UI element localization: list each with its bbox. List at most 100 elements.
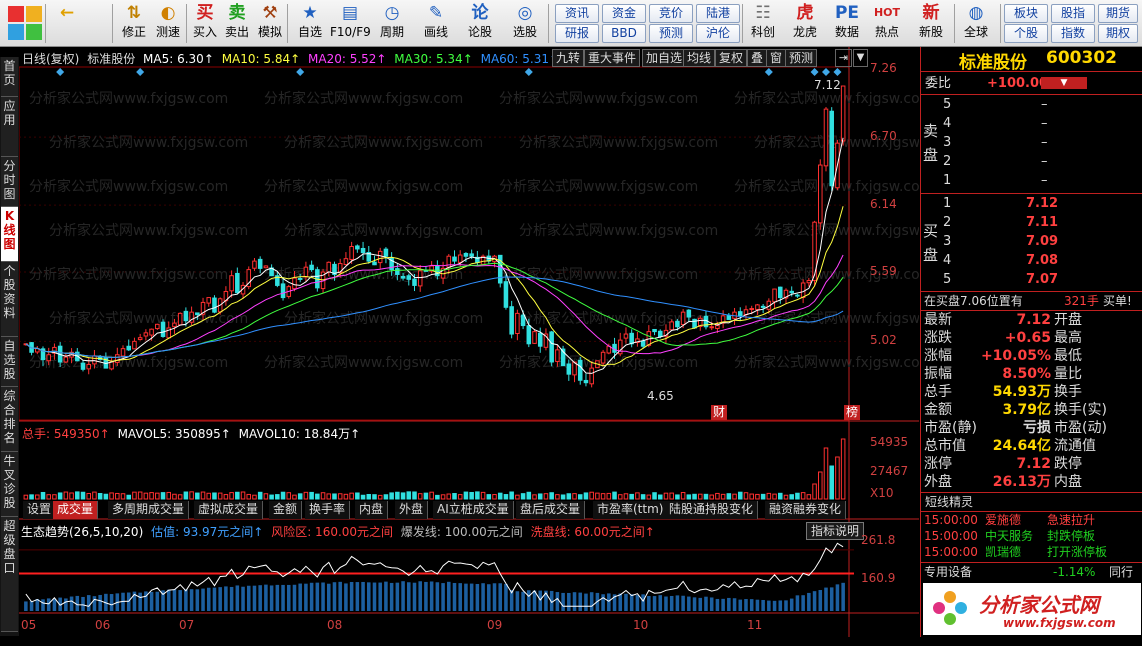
toolbar-button-3[interactable]: 买买入 bbox=[190, 2, 220, 45]
low-price-label: 4.65 bbox=[647, 389, 674, 403]
toolbar-button-10[interactable]: 论论股 bbox=[462, 2, 498, 45]
chart-button-4[interactable]: 复权 bbox=[715, 49, 748, 67]
toolbar-button-8[interactable]: ◷ 周期 bbox=[372, 2, 412, 45]
chart-button-5[interactable]: 叠 bbox=[747, 49, 768, 67]
toolbar-pill-3-1[interactable]: 指数 bbox=[1051, 24, 1095, 43]
buy-level-row[interactable]: 4 7.08 bbox=[921, 252, 1142, 270]
indicator-tab-8[interactable]: AI立桩成交量 bbox=[433, 501, 514, 519]
short-line-item[interactable]: 15:00:00 中天服务 封跌停板 bbox=[921, 528, 1142, 544]
event-diamond-icon[interactable] bbox=[296, 68, 305, 76]
buy-level-row[interactable]: 1 7.12 bbox=[921, 195, 1142, 213]
stat-label-right: 最低 bbox=[1054, 348, 1082, 364]
indicator-tab-7[interactable]: 外盘 bbox=[395, 501, 429, 519]
toolbar-pill-4-1[interactable]: 期权 bbox=[1098, 24, 1138, 43]
indicator-tab-2[interactable]: 多周期成交量 bbox=[108, 501, 190, 519]
toolbar-button-6[interactable]: ★ 自选 bbox=[293, 2, 327, 45]
event-diamond-icon[interactable] bbox=[136, 68, 145, 76]
left-tab-7[interactable]: 牛叉诊股 bbox=[1, 452, 18, 517]
sell-level-row[interactable]: 4– bbox=[921, 115, 1142, 133]
sell-level-row[interactable]: 5– bbox=[921, 96, 1142, 114]
indicator-tab-6[interactable]: 内盘 bbox=[355, 501, 389, 519]
chart-button-6[interactable]: 窗 bbox=[766, 49, 787, 67]
indicator-tab-9[interactable]: 盘后成交量 bbox=[516, 501, 586, 519]
toolbar-pill-0-3[interactable]: 陆港 bbox=[696, 4, 740, 23]
chart-button-0[interactable]: 九转 bbox=[552, 49, 585, 67]
buy-level-row[interactable]: 5 7.07 bbox=[921, 271, 1142, 289]
sell-level-row[interactable]: 2– bbox=[921, 153, 1142, 171]
toolbar-button-15[interactable]: HOT 热点 bbox=[870, 2, 904, 45]
toolbar-pill-4-0[interactable]: 期货 bbox=[1098, 4, 1138, 23]
chart-button-7[interactable]: 预测 bbox=[785, 49, 818, 67]
toolbar-pill-1-0[interactable]: 研报 bbox=[555, 24, 599, 43]
indicator-tab-0[interactable]: 设置 bbox=[23, 501, 57, 519]
toolbar-button-4[interactable]: 卖卖出 bbox=[222, 2, 252, 45]
event-diamond-icon[interactable] bbox=[821, 68, 830, 76]
list-marker[interactable]: 榜 bbox=[844, 405, 860, 420]
volume-bar bbox=[109, 492, 114, 500]
toolbar-button-0[interactable]: ← bbox=[52, 2, 82, 45]
sector-row[interactable]: 专用设备 -1.14% 同行 bbox=[921, 563, 1142, 581]
collapse-arrow-icon[interactable]: ▼ bbox=[1041, 77, 1087, 89]
toolbar-pill-2-0[interactable]: 板块 bbox=[1004, 4, 1048, 23]
expand-right-icon[interactable]: ⇥ bbox=[835, 49, 852, 67]
finance-marker[interactable]: 财 bbox=[711, 405, 727, 420]
app-logo-icon[interactable] bbox=[8, 6, 42, 40]
toolbar-button-11[interactable]: ◎ 选股 bbox=[506, 2, 544, 45]
left-tab-4[interactable]: 个股资料 bbox=[1, 262, 18, 337]
indicator-tab-3[interactable]: 虚拟成交量 bbox=[194, 501, 264, 519]
dropdown-chevron-icon[interactable]: ▼ bbox=[853, 49, 868, 67]
left-tab-8[interactable]: 超级盘口 bbox=[1, 517, 18, 632]
left-tab-3[interactable]: K线图 bbox=[1, 207, 18, 262]
toolbar-pill-1-1[interactable]: BBD bbox=[602, 24, 646, 43]
left-tab-2[interactable]: 分时图 bbox=[1, 157, 18, 207]
toolbar-button-7[interactable]: ▤ F10/F9 bbox=[330, 2, 371, 45]
short-line-header[interactable]: 短线精灵 bbox=[921, 493, 1142, 511]
short-line-item[interactable]: 15:00:00 爱施德 急速拉升 bbox=[921, 512, 1142, 528]
indicator-tab-11[interactable]: 陆股通持股变化 bbox=[665, 501, 759, 519]
indicator-tab-4[interactable]: 金额 bbox=[269, 501, 303, 519]
left-tab-0[interactable]: 首页 bbox=[1, 57, 18, 97]
chart-button-2[interactable]: 加自选 bbox=[642, 49, 687, 67]
sell-level-row[interactable]: 1– bbox=[921, 172, 1142, 190]
chart-button-3[interactable]: 均线 bbox=[683, 49, 716, 67]
event-diamond-icon[interactable] bbox=[833, 68, 842, 76]
event-diamond-icon[interactable] bbox=[764, 68, 773, 76]
toolbar-button-5[interactable]: ⚒ 模拟 bbox=[254, 2, 286, 45]
toolbar-button-14[interactable]: PE 数据 bbox=[830, 2, 864, 45]
buy-level-row[interactable]: 2 7.11 bbox=[921, 214, 1142, 232]
toolbar-button-13[interactable]: 虎龙虎 bbox=[786, 2, 824, 45]
left-tab-1[interactable]: 应用 bbox=[1, 97, 18, 157]
left-tab-6[interactable]: 综合排名 bbox=[1, 387, 18, 452]
volume-bar bbox=[806, 494, 812, 500]
toolbar-button-9[interactable]: ✎ 画线 bbox=[418, 2, 454, 45]
toolbar-pill-2-1[interactable]: 股指 bbox=[1051, 4, 1095, 23]
chart-canvas[interactable]: 分析家公式网www.fxjgsw.com 分析家公式网www.fxjgsw.com… bbox=[19, 47, 919, 637]
stat-label: 涨跌 bbox=[924, 330, 952, 346]
kline-chart-area[interactable]: 分析家公式网www.fxjgsw.com 分析家公式网www.fxjgsw.com… bbox=[19, 47, 919, 637]
toolbar-button-1[interactable]: ⇅ 修正 bbox=[118, 2, 150, 45]
toolbar-pill-1-3[interactable]: 沪伦 bbox=[696, 24, 740, 43]
toolbar-pill-3-0[interactable]: 个股 bbox=[1004, 24, 1048, 43]
sell-level-row[interactable]: 3– bbox=[921, 134, 1142, 152]
left-tab-5[interactable]: 自选股 bbox=[1, 337, 18, 387]
indicator-help-button[interactable]: 指标说明 bbox=[806, 522, 865, 540]
chart-button-1[interactable]: 重大事件 bbox=[584, 49, 641, 67]
indicator-tab-1[interactable]: 成交量 bbox=[53, 501, 99, 519]
event-diamond-icon[interactable] bbox=[56, 68, 65, 76]
indicator-tab-12[interactable]: 融资融券变化 bbox=[765, 501, 847, 519]
toolbar-button-16[interactable]: 新新股 bbox=[914, 2, 948, 45]
toolbar-button-17[interactable]: ◍ 全球 bbox=[958, 2, 994, 45]
event-diamond-icon[interactable] bbox=[524, 68, 533, 76]
toolbar-pill-0-1[interactable]: 资金 bbox=[602, 4, 646, 23]
indicator-tab-10[interactable]: 市盈率(ttm) bbox=[593, 501, 669, 519]
toolbar-pill-0-0[interactable]: 资讯 bbox=[555, 4, 599, 23]
short-line-item[interactable]: 15:00:00 凯瑞德 打开涨停板 bbox=[921, 544, 1142, 560]
toolbar-button-12[interactable]: ☷ 科创 bbox=[746, 2, 780, 45]
toolbar-button-2[interactable]: ◐ 测速 bbox=[152, 2, 184, 45]
sell-level-price: – bbox=[1041, 173, 1048, 188]
indicator-tab-5[interactable]: 换手率 bbox=[305, 501, 351, 519]
buy-level-row[interactable]: 3 7.09 bbox=[921, 233, 1142, 251]
toolbar-pill-0-2[interactable]: 竞价 bbox=[649, 4, 693, 23]
event-diamond-icon[interactable] bbox=[810, 68, 819, 76]
toolbar-pill-1-2[interactable]: 预测 bbox=[649, 24, 693, 43]
